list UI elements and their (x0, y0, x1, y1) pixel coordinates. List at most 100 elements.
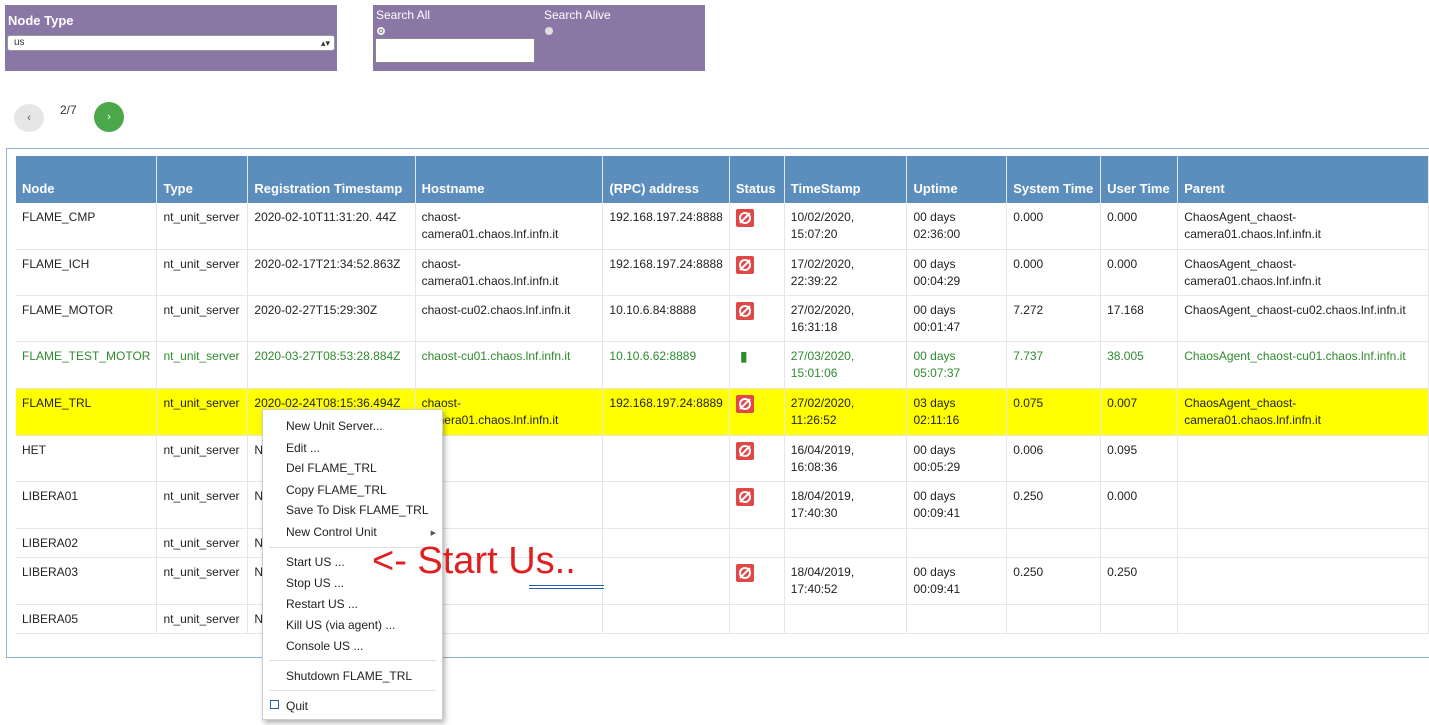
cell-hostname (415, 435, 604, 482)
cell-user-time: 0.000 (1100, 203, 1179, 250)
cell-system-time (1006, 528, 1102, 558)
cell-registration-timestamp: 2020-02-27T15:29:30Z (247, 295, 416, 342)
cell-user-time: 0.250 (1100, 557, 1179, 605)
cell-uptime: 00 days 00:05:29 (906, 435, 1008, 482)
col-header-registration-timestamp[interactable]: Registration Timestamp (247, 156, 416, 203)
cell-user-time: 0.007 (1100, 388, 1179, 436)
cell-timestamp-text: 10/02/2020, 15:07:20 (790, 210, 855, 241)
cell-parent: ChaosAgent_chaost-cu01.chaos.lnf.infn.it (1177, 341, 1429, 389)
cell-status (729, 435, 785, 482)
table-row[interactable]: FLAME_TEST_MOTOR nt_unit_server 2020-03-27… (16, 341, 1429, 389)
col-header-system-time[interactable]: System Time (1006, 156, 1102, 203)
stop-icon (735, 441, 754, 460)
cell-system-time-text: 0.000 (1013, 210, 1044, 224)
cell-uptime-text: 00 days 00:09:41 (913, 564, 961, 596)
quit-checkbox-icon (270, 700, 279, 709)
cell-system-time-text: 7.737 (1013, 348, 1044, 363)
cell-rpc-address (602, 481, 730, 529)
menu-separator (269, 690, 436, 691)
cell-timestamp-text: 27/03/2020, 15:01:06 (790, 348, 855, 380)
col-header-type[interactable]: Type (156, 156, 249, 203)
table-row[interactable]: FLAME_ICH nt_unit_server 2020-02-17T21:34:… (16, 249, 1429, 296)
cell-registration-timestamp: 2020-02-17T21:34:52.863Z (247, 249, 416, 296)
select-arrows-icon: ▴▾ (320, 38, 330, 48)
menu-item-start-us[interactable]: Start US ... (286, 555, 345, 569)
cell-system-time-text: 0.250 (1013, 564, 1044, 579)
search-panel: Search All Search Alive (373, 5, 705, 71)
cell-uptime-text: 00 days 00:09:41 (913, 488, 961, 520)
search-all-radio[interactable] (377, 27, 385, 35)
cell-registration-timestamp: 2020-02-10T11:31:20. 44Z (247, 203, 416, 250)
menu-item-copy[interactable]: Copy FLAME_TRL (286, 483, 387, 497)
menu-item-new-unit-server[interactable]: New Unit Server... (286, 419, 383, 433)
menu-item-save-to-disk[interactable]: Save To Disk FLAME_TRL (286, 503, 429, 517)
cell-registration-timestamp-text: 2020-02-27T15:29:30Z (254, 302, 378, 317)
menu-item-shutdown[interactable]: Shutdown FLAME_TRL (286, 669, 412, 683)
cell-node-text: HET (22, 442, 46, 457)
cell-timestamp-text: 16/04/2019, 16:08:36 (790, 442, 855, 474)
table-row[interactable]: LIBERA02nt_unit_serverNA (16, 528, 1429, 558)
cell-node-text: FLAME_CMP (22, 210, 96, 224)
stop-icon (735, 209, 754, 227)
cell-parent: ChaosAgent_chaost-camera01.chaos.lnf.inf… (1177, 388, 1429, 436)
menu-item-delete[interactable]: Del FLAME_TRL (286, 461, 377, 475)
cell-node: HET (16, 435, 158, 482)
cell-status (729, 249, 785, 296)
cell-uptime-text: 00 days 00:01:47 (913, 302, 961, 334)
cell-type-text: nt_unit_server (163, 256, 240, 271)
cell-uptime-text: 03 days 02:11:16 (913, 395, 960, 427)
stop-icon (735, 563, 754, 582)
cell-uptime: 00 days 00:09:41 (906, 481, 1008, 529)
cell-type: nt_unit_server (156, 481, 249, 529)
cell-timestamp (784, 528, 908, 558)
col-header-node[interactable]: Node (16, 156, 158, 203)
cell-rpc-address (602, 528, 730, 558)
cell-hostname: chaost-cu01.chaos.lnf.infn.it (415, 341, 604, 389)
col-header-parent[interactable]: Parent (1177, 156, 1429, 203)
start-us-annotation: <- Start Us.. (372, 540, 576, 582)
cell-user-time: 17.168 (1100, 295, 1179, 342)
plug-icon: ▮ (739, 347, 748, 364)
table-row[interactable]: HETnt_unit_serverNA16/04/2019, 16:08:360… (16, 435, 1429, 482)
page-indicator: 2/7 (60, 103, 77, 117)
next-page-button[interactable]: › (94, 102, 124, 132)
cell-parent-text: ChaosAgent_chaost-camera01.chaos.lnf.inf… (1184, 210, 1321, 241)
cell-rpc-address-text: 192.168.197.24:8889 (609, 395, 723, 410)
col-header-user-time[interactable]: User Time (1100, 156, 1179, 203)
table-row[interactable]: LIBERA05nt_unit_serverNA (16, 604, 1429, 634)
menu-item-new-control-unit[interactable]: New Control Unit (286, 525, 377, 539)
cell-system-time-text: 7.272 (1013, 302, 1044, 317)
cell-status (729, 557, 785, 605)
cell-type-text: nt_unit_server (163, 302, 240, 317)
cell-parent-text: ChaosAgent_chaost-camera01.chaos.lnf.inf… (1184, 256, 1321, 288)
table-row[interactable]: FLAME_CMP nt_unit_server 2020-02-10T11:31:… (16, 203, 1429, 250)
cell-rpc-address: 10.10.6.84:8888 (602, 295, 730, 342)
col-header-status[interactable]: Status (729, 156, 785, 203)
menu-item-edit[interactable]: Edit ... (286, 441, 320, 455)
search-all-label: Search All (376, 8, 431, 22)
search-input[interactable] (375, 38, 535, 63)
table-row[interactable]: FLAME_TRL nt_unit_server 2020-02-24T08:15:… (16, 388, 1429, 436)
cell-status (729, 604, 785, 634)
cell-hostname: chaost-camera01.chaos.lnf.infn.it (415, 388, 604, 436)
table-row[interactable]: LIBERA01nt_unit_serverNA18/04/2019, 17:4… (16, 481, 1429, 529)
cell-node-text: LIBERA05 (22, 611, 79, 626)
menu-item-restart-us[interactable]: Restart US ... (286, 597, 358, 611)
menu-item-quit[interactable]: Quit (286, 699, 308, 713)
col-header-hostname[interactable]: Hostname (415, 156, 604, 203)
cell-system-time: 0.250 (1006, 481, 1102, 529)
prev-page-button[interactable]: ‹ (14, 104, 44, 132)
table-row[interactable]: LIBERA03nt_unit_serverNA18/04/2019, 17:4… (16, 557, 1429, 605)
cell-parent-text: ChaosAgent_chaost-cu02.chaos.lnf.infn.it (1184, 302, 1406, 317)
col-header-timestamp[interactable]: TimeStamp (784, 156, 908, 203)
col-header-uptime[interactable]: Uptime (906, 156, 1008, 203)
cell-user-time: 0.095 (1100, 435, 1179, 482)
menu-item-kill-us[interactable]: Kill US (via agent) ... (286, 618, 395, 632)
node-type-select[interactable]: us ▴▾ (7, 35, 335, 51)
cell-timestamp (784, 604, 908, 634)
col-header-rpc-address[interactable]: (RPC) address (602, 156, 730, 203)
menu-item-stop-us[interactable]: Stop US ... (286, 576, 344, 590)
search-alive-radio[interactable] (545, 27, 553, 35)
table-row[interactable]: FLAME_MOTOR nt_unit_server 2020-02-27T15:2… (16, 295, 1429, 342)
menu-item-console-us[interactable]: Console US ... (286, 639, 363, 653)
